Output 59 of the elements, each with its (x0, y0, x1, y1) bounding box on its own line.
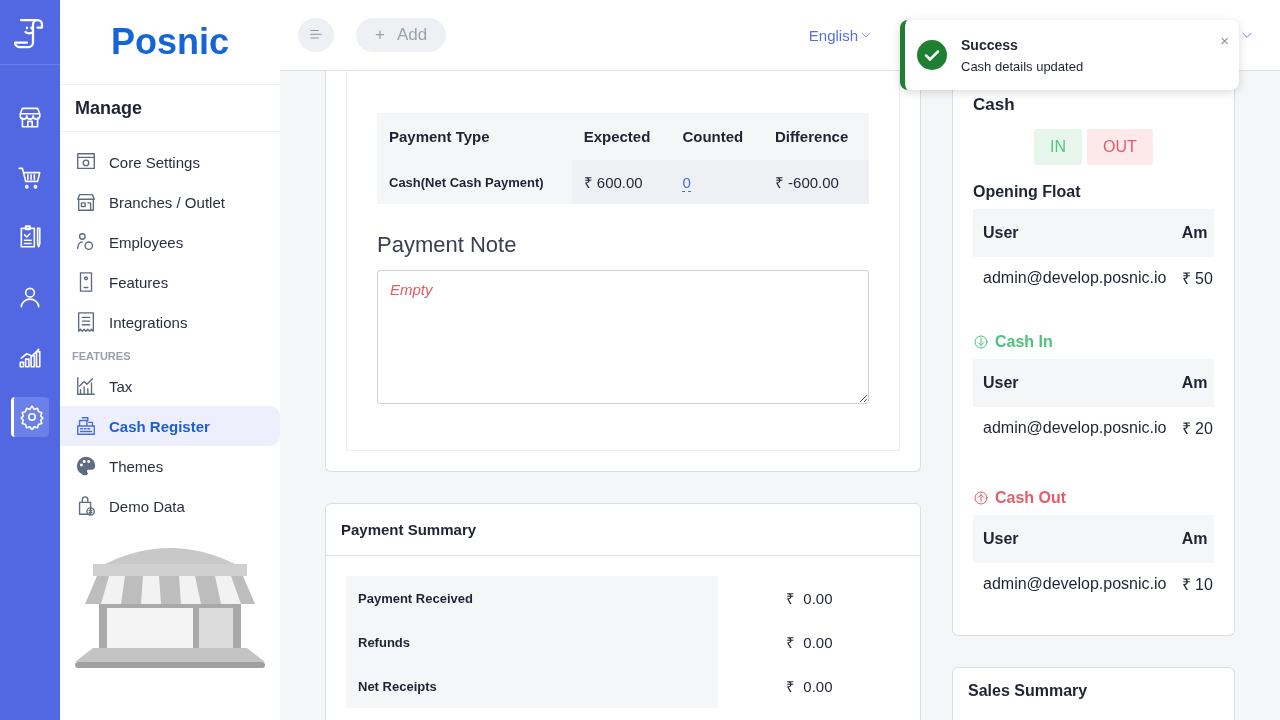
sidebar-item[interactable]: Core Settings (60, 142, 280, 182)
sidebar-item[interactable]: Themes (60, 446, 280, 486)
chart-icon (75, 375, 97, 397)
column-header: Expected (571, 113, 671, 160)
column-header: Am (1171, 515, 1214, 563)
toast-message: Cash details updated (961, 58, 1084, 74)
store-icon (75, 191, 97, 213)
column-header: Counted (670, 113, 763, 160)
success-icon (917, 40, 947, 70)
column-header: User (973, 209, 1172, 257)
language-dropdown[interactable]: English (802, 25, 878, 45)
rail-button[interactable] (11, 397, 49, 437)
section-title: Opening Float (973, 183, 1081, 201)
toast-title: Success (961, 36, 1019, 53)
summary-label: Net Receipts (346, 664, 718, 708)
sidebar-item[interactable]: Demo Data (60, 486, 280, 526)
section-title: Cash Out (995, 489, 1067, 507)
table-cell: Cash(Net Cash Payment) (377, 160, 572, 204)
sidebar-item[interactable]: Tax (60, 366, 280, 406)
sidebar-item[interactable]: Branches / Outlet (60, 182, 280, 222)
table-cell: admin@develop.posnic.io (973, 257, 1172, 299)
card-title: Cash (973, 94, 1016, 115)
column-header: Am (1171, 209, 1214, 257)
receipt-icon (75, 311, 97, 333)
note-field[interactable]: Empty (377, 270, 869, 404)
counted-field[interactable]: 0 (682, 173, 691, 192)
column-header: User (973, 515, 1172, 563)
close-button[interactable]: × (1220, 32, 1229, 49)
summary-label: Refunds (346, 620, 718, 664)
card-title: Payment Summary (326, 504, 920, 556)
table-cell: ₹ 600.00 (571, 160, 671, 204)
table-cell: ₹ -600.00 (762, 160, 869, 204)
column-header: Payment Type (377, 113, 572, 160)
section-title: Cash In (995, 333, 1053, 351)
table-cell: admin@develop.posnic.io (973, 407, 1172, 449)
cash-register-icon (75, 415, 97, 437)
sidebar-item[interactable]: Features (60, 262, 280, 302)
column-header: Difference (762, 113, 869, 160)
section-title: Payment Note (377, 232, 518, 258)
section-label: FEATURES (71, 349, 132, 364)
sidebar-heading: Manage (60, 85, 280, 132)
settings-icon (18, 404, 45, 430)
table-cell: ₹ 10 (1171, 563, 1214, 605)
summary-label: Payment Received (346, 576, 718, 620)
table-cell: ₹ 20 (1171, 407, 1214, 449)
sidebar-item[interactable]: Employees (60, 222, 280, 262)
sidebar-item[interactable]: Cash Register (60, 406, 280, 446)
summary-value: ₹ 0.00 (785, 677, 834, 697)
summary-value: ₹ 0.00 (785, 589, 834, 609)
table-cell: admin@develop.posnic.io (973, 563, 1172, 605)
column-header: Am (1171, 359, 1214, 407)
arrow-up-circle-icon (973, 490, 989, 506)
sidebar-item[interactable]: Integrations (60, 302, 280, 342)
summary-value: ₹ 0.00 (785, 633, 834, 653)
card-title: Sales Summary (952, 667, 1235, 720)
arrow-down-circle-icon (973, 334, 989, 350)
palette-icon (75, 455, 97, 477)
table-cell: ₹ 50 (1171, 257, 1214, 299)
column-header: User (973, 359, 1172, 407)
